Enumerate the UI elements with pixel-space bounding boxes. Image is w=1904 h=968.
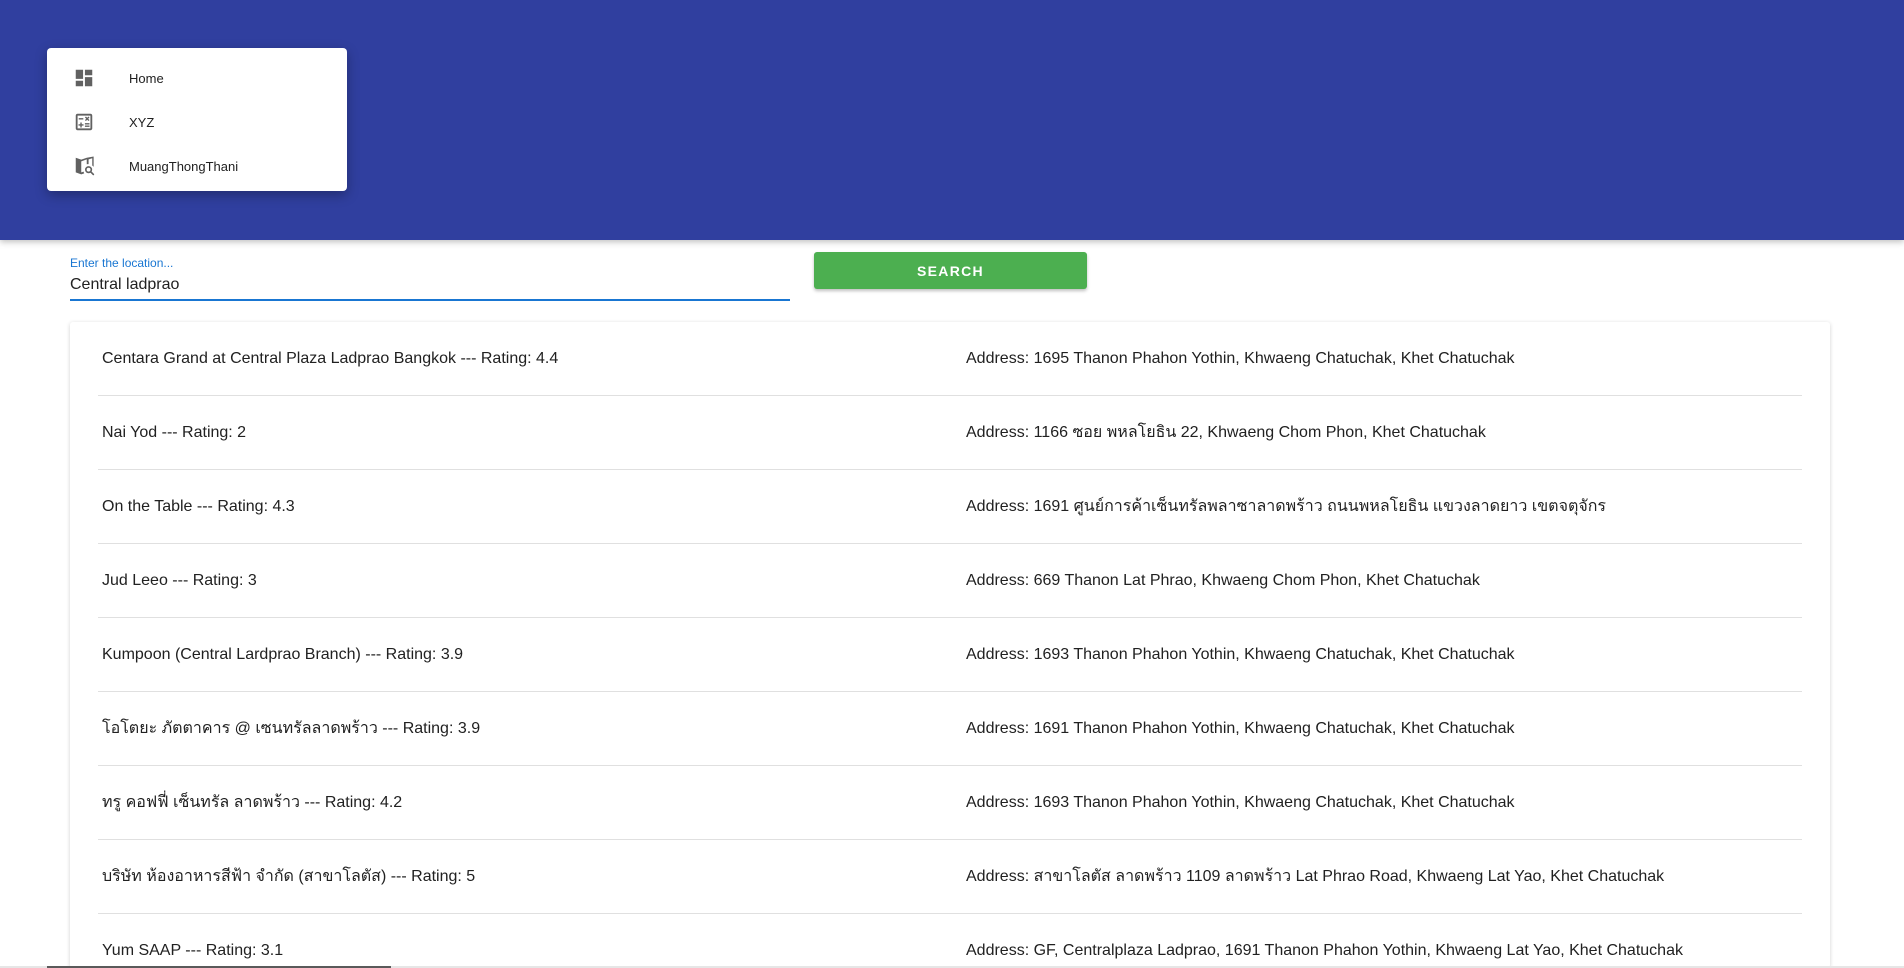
result-name: ทรู คอฟฟี่ เซ็นทรัล ลาดพร้าว --- Rating:… (102, 794, 403, 811)
list-item[interactable]: ทรู คอฟฟี่ เซ็นทรัล ลาดพร้าว --- Rating:… (98, 766, 1802, 840)
nav-item-label: MuangThongThani (129, 158, 239, 174)
result-name: Kumpoon (Central Lardprao Branch) --- Ra… (102, 645, 464, 663)
location-input[interactable] (70, 274, 790, 296)
nav-item-muangthongthani[interactable]: MuangThongThani (47, 144, 347, 188)
result-name: โอโตยะ ภัตตาคาร @ เซนทรัลลาดพร้าว --- Ra… (102, 720, 481, 737)
result-address: Address: 1691 Thanon Phahon Yothin, Khwa… (966, 719, 1515, 737)
result-address: Address: 1693 Thanon Phahon Yothin, Khwa… (966, 793, 1515, 811)
list-item[interactable]: Yum SAAP --- Rating: 3.1 Address: GF, Ce… (98, 914, 1802, 968)
result-address: Address: 1695 Thanon Phahon Yothin, Khwa… (966, 349, 1515, 367)
map-search-icon (73, 155, 95, 177)
list-item[interactable]: โอโตยะ ภัตตาคาร @ เซนทรัลลาดพร้าว --- Ra… (98, 692, 1802, 766)
result-name: Nai Yod --- Rating: 2 (102, 423, 247, 441)
result-address: Address: 669 Thanon Lat Phrao, Khwaeng C… (966, 571, 1480, 589)
list-item[interactable]: Nai Yod --- Rating: 2 Address: 1166 ซอย … (98, 396, 1802, 470)
nav-item-xyz[interactable]: XYZ (47, 100, 347, 144)
dashboard-icon (73, 67, 95, 89)
list-item[interactable]: Jud Leeo --- Rating: 3 Address: 669 Than… (98, 544, 1802, 618)
result-address: Address: GF, Centralplaza Ladprao, 1691 … (966, 941, 1683, 959)
result-name: On the Table --- Rating: 4.3 (102, 497, 295, 515)
list-item[interactable]: On the Table --- Rating: 4.3 Address: 16… (98, 470, 1802, 544)
list-item[interactable]: Centara Grand at Central Plaza Ladprao B… (98, 322, 1802, 396)
nav-item-label: Home (129, 70, 164, 86)
result-address: Address: สาขาโลตัส ลาดพร้าว 1109 ลาดพร้า… (966, 868, 1665, 885)
list-item[interactable]: Kumpoon (Central Lardprao Branch) --- Ra… (98, 618, 1802, 692)
location-field: Enter the location... (70, 252, 790, 301)
results-list: Centara Grand at Central Plaza Ladprao B… (70, 322, 1830, 968)
app-root: Home XYZ MuangThongThani Enter the locat… (0, 0, 1904, 968)
list-item[interactable]: บริษัท ห้องอาหารสีฟ้า จำกัด (สาขาโลตัส) … (98, 840, 1802, 914)
search-button[interactable]: SEARCH (814, 252, 1087, 289)
result-address: Address: 1691 ศูนย์การค้าเซ็นทรัลพลาซาลา… (966, 498, 1606, 515)
result-name: Yum SAAP --- Rating: 3.1 (102, 941, 284, 959)
location-field-label: Enter the location... (70, 256, 174, 270)
result-address: Address: 1693 Thanon Phahon Yothin, Khwa… (966, 645, 1515, 663)
result-name: บริษัท ห้องอาหารสีฟ้า จำกัด (สาขาโลตัส) … (102, 868, 476, 885)
calculator-icon (73, 111, 95, 133)
location-field-underline (70, 299, 790, 301)
nav-item-home[interactable]: Home (47, 56, 347, 100)
result-name: Centara Grand at Central Plaza Ladprao B… (102, 349, 559, 367)
result-name: Jud Leeo --- Rating: 3 (102, 571, 257, 589)
nav-item-label: XYZ (129, 114, 155, 130)
result-address: Address: 1166 ซอย พหลโยธิน 22, Khwaeng C… (966, 424, 1486, 441)
nav-menu: Home XYZ MuangThongThani (47, 48, 347, 191)
